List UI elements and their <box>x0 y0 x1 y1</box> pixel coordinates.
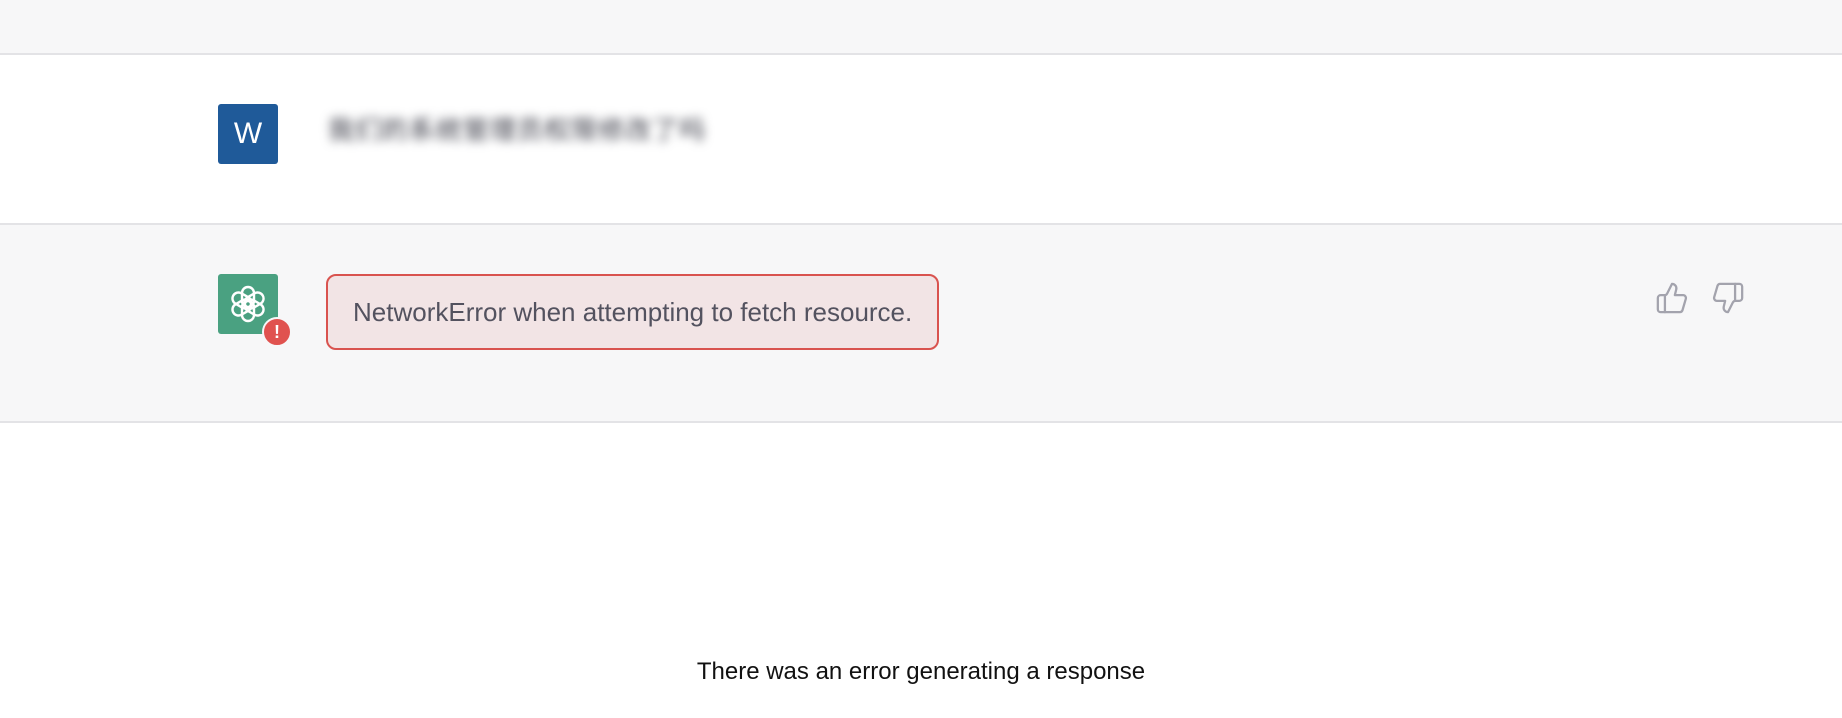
thumbs-up-icon <box>1656 282 1688 314</box>
top-strip <box>0 0 1842 55</box>
error-message-text: NetworkError when attempting to fetch re… <box>353 296 913 327</box>
assistant-message-row: ! NetworkError when attempting to fetch … <box>0 225 1842 423</box>
user-avatar-letter: W <box>233 117 263 150</box>
thumbs-down-button[interactable] <box>1710 280 1746 316</box>
error-badge-glyph: ! <box>274 321 280 342</box>
footer-error-text: There was an error generating a response <box>696 658 1146 685</box>
user-avatar: W <box>218 104 278 164</box>
thumbs-down-icon <box>1712 282 1744 314</box>
user-message-text: 我们的系统管理员权限修改了吗 <box>328 115 707 145</box>
error-badge-icon: ! <box>262 317 292 347</box>
thumbs-up-button[interactable] <box>1654 280 1690 316</box>
openai-logo-icon <box>231 285 265 323</box>
user-message-row: W 我们的系统管理员权限修改了吗 <box>0 55 1842 225</box>
error-message-box: NetworkError when attempting to fetch re… <box>326 274 940 350</box>
